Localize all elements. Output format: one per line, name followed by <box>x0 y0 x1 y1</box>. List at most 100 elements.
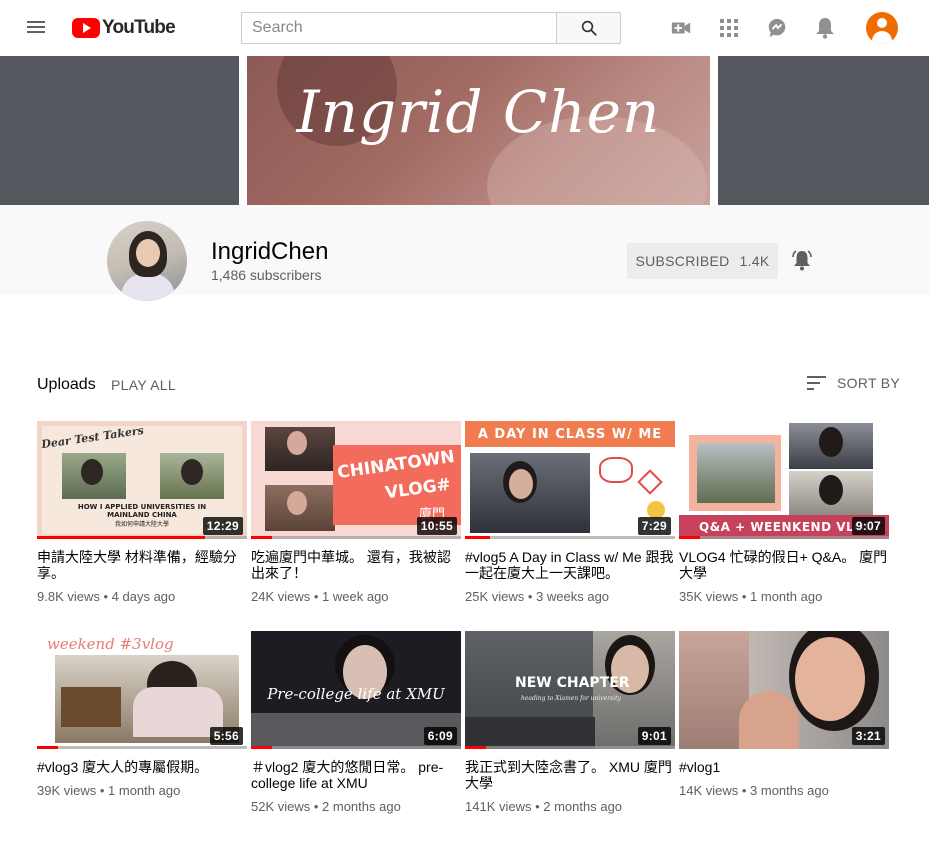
video-card[interactable]: A DAY IN CLASS W/ ME 7:29 #vlog5 A Day i… <box>465 421 675 604</box>
banner-divider <box>710 56 718 205</box>
video-duration: 6:09 <box>423 727 457 745</box>
upload-age: 2 months ago <box>543 799 623 814</box>
video-meta: 141K views • 2 months ago <box>465 799 623 814</box>
watch-progress-fill <box>465 536 491 539</box>
video-card[interactable]: CHINATOWN VLOG# 廈門 10:55 吃遍廈門中華城。 還有，我被認… <box>251 421 461 604</box>
video-card[interactable]: Q&A + WEENKEND VLOG 9:07 VLOG4 忙碌的假日+ Q&… <box>679 421 889 604</box>
search-button[interactable] <box>556 12 621 44</box>
video-title[interactable]: 我正式到大陸念書了。 XMU 廈門大學 <box>465 759 675 791</box>
subscribed-label: SUBSCRIBED <box>635 253 730 269</box>
video-meta: 25K views • 3 weeks ago <box>465 589 610 604</box>
masthead: YouTube <box>0 0 929 56</box>
video-title[interactable]: 申請大陸大學 材料準備，經驗分享。 <box>37 549 247 581</box>
channel-avatar[interactable] <box>107 221 187 301</box>
notifications-bell-icon[interactable] <box>813 16 837 40</box>
watch-progress-bar <box>465 746 675 749</box>
channel-banner: Ingrid Chen <box>0 56 929 205</box>
view-count: 39K views <box>37 783 97 798</box>
upload-age: 3 months ago <box>750 783 829 798</box>
video-meta: 24K views • 1 week ago <box>251 589 389 604</box>
search-input[interactable] <box>241 12 557 44</box>
video-title[interactable]: 吃遍廈門中華城。 還有，我被認出來了！ <box>251 549 461 581</box>
watch-progress-bar <box>37 746 247 749</box>
thumbnail-caption: Pre-college life at XMU <box>267 685 445 703</box>
messages-icon[interactable] <box>765 16 789 40</box>
banner-divider <box>239 56 247 205</box>
hamburger-menu-icon[interactable] <box>24 18 48 38</box>
notification-bell-icon[interactable] <box>790 248 814 272</box>
video-title[interactable]: #vlog3 廈大人的專屬假期。 <box>37 759 247 775</box>
youtube-logo[interactable]: YouTube <box>72 16 176 40</box>
upload-age: 3 weeks ago <box>536 589 610 604</box>
video-thumbnail[interactable]: A DAY IN CLASS W/ ME 7:29 <box>465 421 675 539</box>
video-thumbnail[interactable]: weekend #3vlog 5:56 <box>37 631 247 749</box>
upload-age: 1 week ago <box>322 589 389 604</box>
uploads-heading: Uploads <box>37 376 96 393</box>
video-meta: 35K views • 1 month ago <box>679 589 823 604</box>
video-card[interactable]: Pre-college life at XMU 6:09 ＃vlog2 廈大的悠… <box>251 631 461 814</box>
subscribed-count: 1.4K <box>739 253 770 269</box>
video-duration: 12:29 <box>202 517 243 535</box>
video-duration: 10:55 <box>416 517 457 535</box>
video-meta: 9.8K views • 4 days ago <box>37 589 176 604</box>
channel-header: IngridChen 1,486 subscribers SUBSCRIBED … <box>0 205 929 301</box>
watch-progress-bar <box>251 746 461 749</box>
video-meta: 52K views • 2 months ago <box>251 799 401 814</box>
view-count: 141K views <box>465 799 532 814</box>
search-icon <box>581 20 597 36</box>
watch-progress-fill <box>37 746 58 749</box>
view-count: 24K views <box>251 589 311 604</box>
upload-age: 1 month ago <box>750 589 823 604</box>
sort-by-button[interactable]: SORT BY <box>807 375 900 391</box>
video-thumbnail[interactable]: Pre-college life at XMU 6:09 <box>251 631 461 749</box>
video-title[interactable]: VLOG4 忙碌的假日+ Q&A。 廈門大學 <box>679 549 889 581</box>
watch-progress-bar <box>251 536 461 539</box>
video-duration: 3:21 <box>851 727 885 745</box>
video-title[interactable]: #vlog1 <box>679 759 889 775</box>
thumbnail-caption: weekend #3vlog <box>47 635 174 653</box>
thumbnail-caption: A DAY IN CLASS W/ ME <box>477 427 663 442</box>
sort-icon <box>807 376 826 390</box>
view-count: 52K views <box>251 799 311 814</box>
video-card[interactable]: 3:21 #vlog1 14K views • 3 months ago <box>679 631 889 798</box>
subscriber-count: 1,486 subscribers <box>211 267 322 283</box>
video-thumbnail[interactable]: CHINATOWN VLOG# 廈門 10:55 <box>251 421 461 539</box>
logo-text: YouTube <box>102 17 176 38</box>
sort-by-label: SORT BY <box>837 375 901 391</box>
watch-progress-fill <box>37 536 205 539</box>
watch-progress-fill <box>465 746 486 749</box>
video-thumbnail[interactable]: Dear Test Takers HOW I APPLIED UNIVERSIT… <box>37 421 247 539</box>
video-duration: 9:07 <box>851 517 885 535</box>
account-avatar[interactable] <box>866 12 898 44</box>
watch-progress-bar <box>465 536 675 539</box>
youtube-play-icon <box>72 18 100 38</box>
view-count: 25K views <box>465 589 525 604</box>
watch-progress-fill <box>251 536 272 539</box>
upload-age: 2 months ago <box>322 799 401 814</box>
view-count: 9.8K views <box>37 589 100 604</box>
watch-progress-fill <box>679 536 700 539</box>
thumbnail-caption: Q&A + WEENKEND VLOG <box>699 520 875 534</box>
watch-progress-fill <box>251 746 272 749</box>
watch-progress-bar <box>679 536 889 539</box>
create-video-icon[interactable] <box>669 16 693 40</box>
video-card[interactable]: weekend #3vlog 5:56 #vlog3 廈大人的專屬假期。 39K… <box>37 631 247 798</box>
video-thumbnail[interactable]: NEW CHAPTER heading to Xiamen for univer… <box>465 631 675 749</box>
upload-age: 4 days ago <box>111 589 176 604</box>
video-card[interactable]: Dear Test Takers HOW I APPLIED UNIVERSIT… <box>37 421 247 604</box>
video-thumbnail[interactable]: Q&A + WEENKEND VLOG 9:07 <box>679 421 889 539</box>
subscribed-button[interactable]: SUBSCRIBED 1.4K <box>627 243 778 279</box>
video-title[interactable]: #vlog5 A Day in Class w/ Me 跟我一起在廈大上一天課吧… <box>465 549 675 581</box>
banner-artwork: Ingrid Chen <box>247 56 710 205</box>
video-card[interactable]: NEW CHAPTER heading to Xiamen for univer… <box>465 631 675 814</box>
video-title[interactable]: ＃vlog2 廈大的悠閒日常。 pre-college life at XMU <box>251 759 461 791</box>
upload-age: 1 month ago <box>108 783 181 798</box>
play-all-button[interactable]: PLAY ALL <box>111 377 176 393</box>
video-meta: 14K views • 3 months ago <box>679 783 829 798</box>
video-meta: 39K views • 1 month ago <box>37 783 181 798</box>
video-thumbnail[interactable]: 3:21 <box>679 631 889 749</box>
thumbnail-caption: NEW CHAPTER <box>515 675 630 691</box>
view-count: 14K views <box>679 783 739 798</box>
apps-grid-icon[interactable] <box>717 16 741 40</box>
video-duration: 5:56 <box>209 727 243 745</box>
